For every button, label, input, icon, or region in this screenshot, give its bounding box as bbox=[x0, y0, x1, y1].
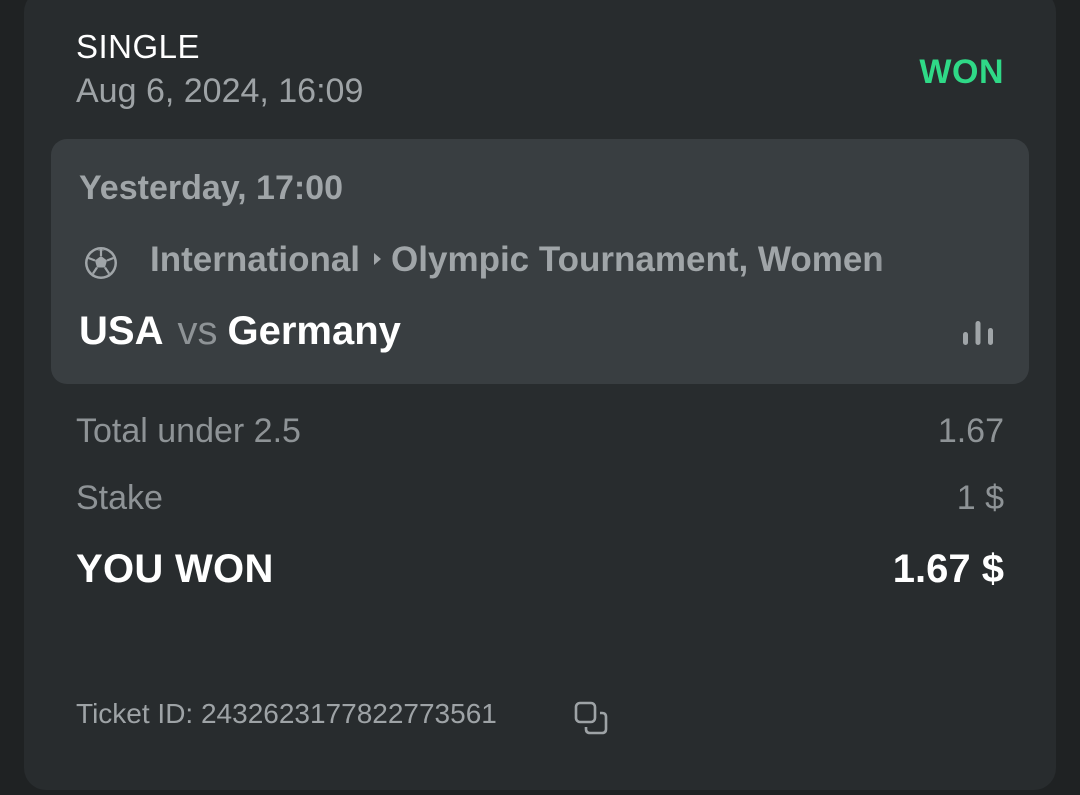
league-breadcrumb: International Olympic Tournament, Women bbox=[150, 240, 965, 284]
vs-separator: vs bbox=[177, 309, 218, 353]
chevron-right-icon bbox=[374, 252, 382, 265]
ticket-id: Ticket ID: 2432623177822773561 bbox=[76, 698, 497, 729]
league-tournament: Olympic Tournament, Women bbox=[391, 240, 884, 279]
payout-label: YOU WON bbox=[76, 547, 274, 591]
stake-value: 1 $ bbox=[956, 479, 1004, 517]
bet-type: SINGLE bbox=[76, 28, 201, 65]
bet-placed-date: Aug 6, 2024, 16:09 bbox=[76, 72, 364, 110]
league-category: International bbox=[150, 240, 361, 279]
event-time: Yesterday, 17:00 bbox=[79, 169, 343, 207]
bar-chart-icon[interactable] bbox=[961, 319, 995, 347]
status-badge: WON bbox=[919, 53, 1004, 91]
home-team: USA bbox=[79, 309, 164, 353]
soccer-ball-icon bbox=[85, 247, 117, 279]
event-card[interactable]: Yesterday, 17:00 International Olympic To… bbox=[51, 139, 1029, 384]
copy-icon[interactable] bbox=[573, 700, 609, 736]
selection-odds: 1.67 bbox=[937, 412, 1004, 450]
event-teams: USA vs Germany bbox=[79, 309, 401, 354]
bet-ticket-card bbox=[24, 0, 1056, 790]
stake-label: Stake bbox=[76, 479, 163, 517]
away-team: Germany bbox=[227, 309, 401, 353]
selection-label: Total under 2.5 bbox=[76, 412, 301, 450]
payout-value: 1.67 $ bbox=[892, 547, 1004, 591]
